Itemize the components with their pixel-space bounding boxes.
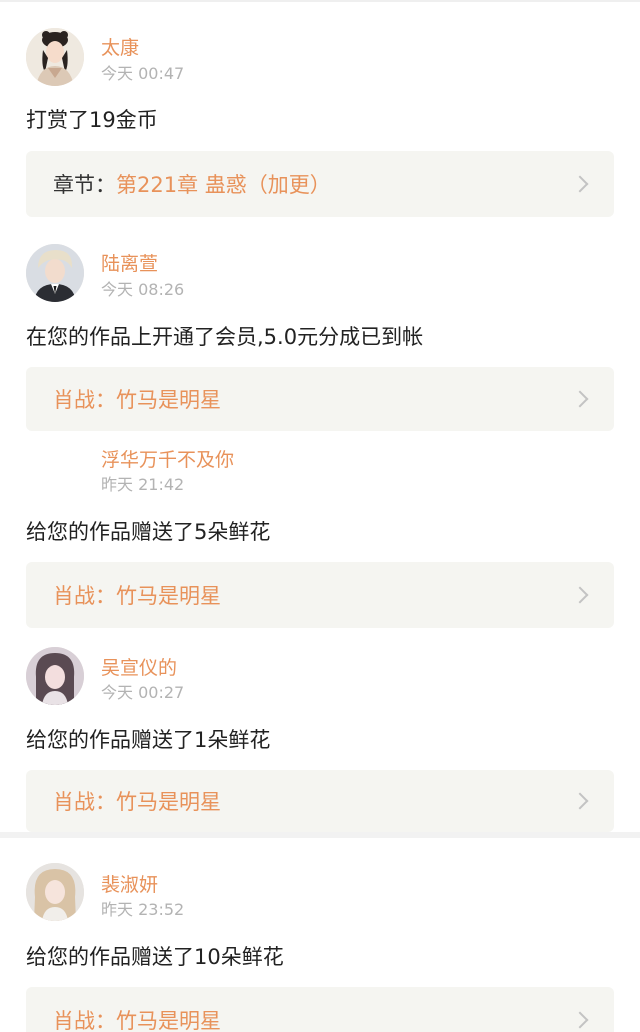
timestamp: 昨天 23:52 [101,900,185,919]
girl-avatar-icon [26,647,84,705]
timestamp: 昨天 21:42 [101,475,185,494]
card-link: 肖战：竹马是明星 [53,790,221,814]
action-text: 在您的作品上开通了会员,5.0元分成已到帐 [26,325,424,349]
card-link: 肖战：竹马是明星 [53,1009,221,1032]
card-link: 第221章 蛊惑（加更） [116,173,331,197]
timestamp: 今天 08:26 [101,280,185,299]
card-link: 肖战：竹马是明星 [53,584,221,608]
avatar[interactable] [26,244,84,302]
avatar[interactable] [26,647,84,705]
chevron-right-icon [571,586,589,604]
book-card[interactable]: 肖战：竹马是明星 [26,770,614,832]
notification-item: 陆离萱 今天 08:26 在您的作品上开通了会员,5.0元分成已到帐 肖战：竹马… [0,220,640,436]
chevron-right-icon [571,390,589,408]
action-text: 给您的作品赠送了10朵鲜花 [26,945,284,969]
card-link: 肖战：竹马是明星 [53,388,221,412]
notification-screen: 太康 今天 00:47 打赏了19金币 章节：第221章 蛊惑（加更） 陆离萱 … [0,0,640,1032]
timestamp: 今天 00:47 [101,64,185,83]
username[interactable]: 浮华万千不及你 [101,445,234,472]
chapter-card[interactable]: 章节：第221章 蛊惑（加更） [26,151,614,217]
action-text: 给您的作品赠送了5朵鲜花 [26,520,271,544]
card-prefix: 章节： [53,173,116,197]
chevron-right-icon [571,1011,589,1029]
book-card[interactable]: 肖战：竹马是明星 [26,987,614,1032]
avatar[interactable] [26,863,84,921]
username[interactable]: 陆离萱 [101,249,158,276]
notification-item: 太康 今天 00:47 打赏了19金币 章节：第221章 蛊惑（加更） [0,0,640,220]
notification-item: 吴宣仪的 今天 00:27 给您的作品赠送了1朵鲜花 肖战：竹马是明星 [0,636,640,836]
young-man-avatar-icon [26,244,84,302]
notification-item: 裴淑妍 昨天 23:52 给您的作品赠送了10朵鲜花 肖战：竹马是明星 [0,838,640,1032]
notification-item: 浮华万千不及你 昨天 21:42 给您的作品赠送了5朵鲜花 肖战：竹马是明星 [0,436,640,636]
woman-hanfu-avatar-icon [26,28,84,86]
action-text: 给您的作品赠送了1朵鲜花 [26,728,271,752]
book-card[interactable]: 肖战：竹马是明星 [26,367,614,431]
username[interactable]: 裴淑妍 [101,870,158,897]
chevron-right-icon [571,175,589,193]
timestamp: 今天 00:27 [101,683,185,702]
action-text: 打赏了19金币 [26,108,158,132]
username[interactable]: 吴宣仪的 [101,653,177,680]
avatar[interactable] [26,28,84,86]
book-card[interactable]: 肖战：竹马是明星 [26,562,614,628]
username[interactable]: 太康 [101,33,139,60]
chevron-right-icon [571,792,589,810]
blonde-girl-avatar-icon [26,863,84,921]
